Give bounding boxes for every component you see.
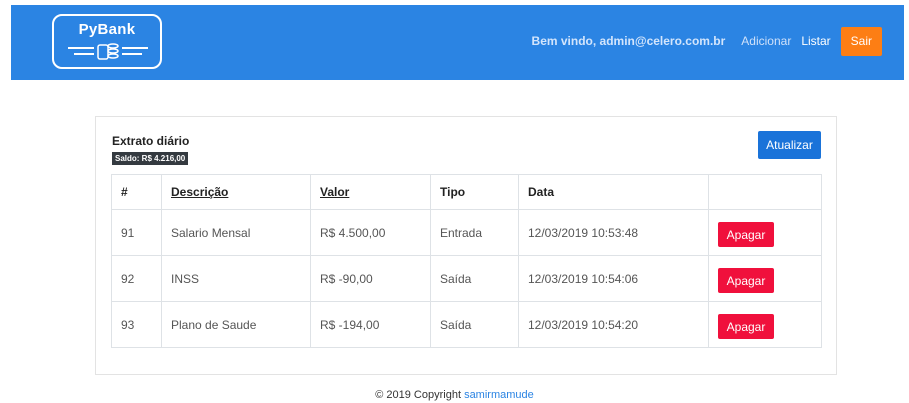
row-type: Saída — [430, 255, 519, 302]
author-link[interactable]: samirmamude — [464, 389, 534, 401]
row-id: 91 — [111, 209, 162, 256]
table-header-row: # Descrição Valor Tipo Data — [111, 174, 822, 210]
column-value-header[interactable]: Valor — [310, 174, 431, 210]
row-date: 12/03/2019 10:53:48 — [518, 209, 709, 256]
table-row: 93 Plano de Saude R$ -194,00 Saída 12/03… — [111, 301, 822, 348]
table-row: 91 Salario Mensal R$ 4.500,00 Entrada 12… — [111, 209, 822, 256]
balance-badge: Saldo: R$ 4.216,00 — [112, 152, 189, 165]
delete-button[interactable]: Apagar — [718, 268, 774, 293]
row-id: 92 — [111, 255, 162, 302]
row-id: 93 — [111, 301, 162, 348]
row-type: Entrada — [430, 209, 519, 256]
column-type-header: Tipo — [430, 174, 519, 210]
column-id-header: # — [111, 174, 162, 210]
row-description: Plano de Saude — [161, 301, 311, 348]
column-description-header[interactable]: Descrição — [161, 174, 311, 210]
statement-card: Extrato diário Saldo: R$ 4.216,00 Atuali… — [95, 116, 837, 375]
row-date: 12/03/2019 10:54:20 — [518, 301, 709, 348]
row-actions: Apagar — [708, 255, 822, 302]
logout-button[interactable]: Sair — [840, 26, 882, 56]
table-row: 92 INSS R$ -90,00 Saída 12/03/2019 10:54… — [111, 255, 822, 302]
column-date-header: Data — [518, 174, 709, 210]
row-actions: Apagar — [708, 301, 822, 348]
pybank-logo[interactable]: PyBank — [52, 14, 162, 69]
coins-icon — [68, 43, 148, 60]
row-actions: Apagar — [708, 209, 822, 256]
top-navbar: PyBank Bem vindo, admin@celero.com.br Ad… — [11, 5, 904, 80]
statement-table: # Descrição Valor Tipo Data 91 Salario M… — [111, 174, 822, 348]
logo-text: PyBank — [78, 21, 136, 38]
row-description: Salario Mensal — [161, 209, 311, 256]
row-value: R$ -90,00 — [310, 255, 431, 302]
nav-add-link[interactable]: Adicionar — [741, 34, 791, 48]
footer: © 2019 Copyright samirmamude — [0, 389, 909, 401]
column-actions-header — [708, 174, 822, 210]
nav-list-link[interactable]: Listar — [801, 34, 830, 48]
delete-button[interactable]: Apagar — [718, 314, 774, 339]
refresh-button[interactable]: Atualizar — [758, 131, 821, 159]
row-value: R$ 4.500,00 — [310, 209, 431, 256]
welcome-text: Bem vindo, admin@celero.com.br — [531, 34, 726, 48]
row-value: R$ -194,00 — [310, 301, 431, 348]
header-nav: Bem vindo, admin@celero.com.br Adicionar… — [532, 26, 882, 56]
row-description: INSS — [161, 255, 311, 302]
row-date: 12/03/2019 10:54:06 — [518, 255, 709, 302]
delete-button[interactable]: Apagar — [718, 222, 774, 247]
copyright-text: © 2019 Copyright — [375, 389, 461, 401]
statement-title: Extrato diário — [112, 134, 190, 148]
row-type: Saída — [430, 301, 519, 348]
